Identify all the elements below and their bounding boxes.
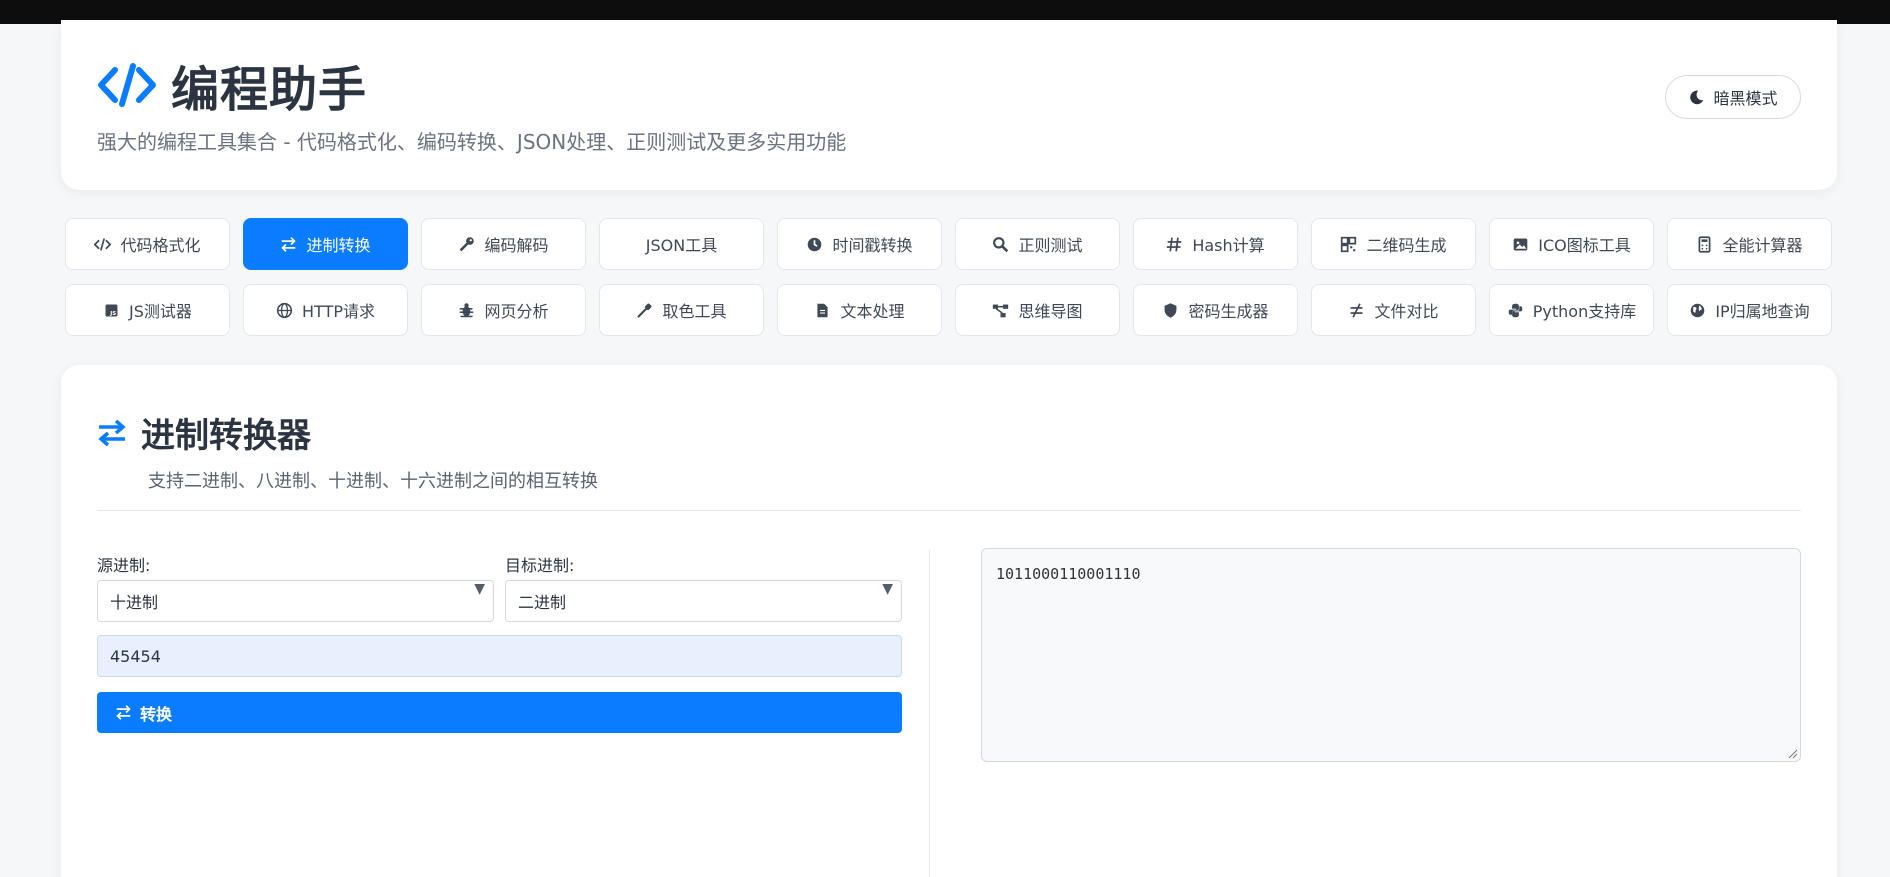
tab-http-request[interactable]: HTTP请求 — [243, 284, 408, 336]
exchange-icon — [116, 705, 131, 720]
sitemap-icon — [993, 304, 1009, 317]
tab-label: 二维码生成 — [1366, 236, 1447, 255]
tab-label: 文本处理 — [840, 302, 905, 321]
clock-icon — [808, 237, 822, 251]
tab-label: 取色工具 — [662, 302, 727, 321]
tool-tabs: 代码格式化 进制转换 编码解码 JSON工具 时间戳转换 正则测试 Hash计算… — [65, 218, 1835, 336]
target-base-select[interactable]: 二进制 ▼ — [505, 580, 902, 622]
tab-json-tool[interactable]: JSON工具 — [599, 218, 764, 270]
tab-ico-tool[interactable]: ICO图标工具 — [1489, 218, 1654, 270]
tab-label: 编码解码 — [484, 236, 549, 255]
converter-title-row: 进制转换器 — [97, 408, 311, 457]
chevron-down-icon: ▼ — [882, 581, 893, 597]
tab-label: HTTP请求 — [302, 302, 375, 321]
image-icon — [1513, 238, 1528, 250]
tab-calculator[interactable]: 全能计算器 — [1667, 218, 1832, 270]
tab-python-libs[interactable]: Python支持库 — [1489, 284, 1654, 336]
converter-title: 进制转换器 — [141, 416, 311, 456]
hash-icon — [1167, 237, 1182, 251]
tab-label: 进制转换 — [306, 236, 371, 255]
moon-icon — [1690, 90, 1704, 104]
source-base-value: 十进制 — [110, 593, 159, 612]
dark-mode-label: 暗黑模式 — [1713, 89, 1778, 108]
tab-timestamp[interactable]: 时间戳转换 — [777, 218, 942, 270]
tab-label: Hash计算 — [1192, 236, 1265, 255]
code-icon — [94, 237, 112, 251]
tab-label: ICO图标工具 — [1538, 236, 1631, 255]
tab-label: 正则测试 — [1018, 236, 1083, 255]
file-icon — [817, 303, 829, 317]
app-header: 编程助手 强大的编程工具集合 - 代码格式化、编码转换、JSON处理、正则测试及… — [61, 20, 1837, 190]
number-input[interactable]: 45454 — [97, 635, 902, 677]
tab-base-convert[interactable]: 进制转换 — [243, 218, 408, 270]
key-icon — [460, 236, 475, 251]
qrcode-icon — [1341, 236, 1357, 252]
app-title: 编程助手 — [171, 62, 368, 118]
tab-label: 文件对比 — [1374, 302, 1439, 321]
globe-icon — [276, 302, 293, 318]
tab-label: 网页分析 — [484, 302, 549, 321]
python-icon — [1508, 303, 1523, 317]
calculator-icon — [1699, 235, 1711, 253]
tab-regex-test[interactable]: 正则测试 — [955, 218, 1120, 270]
tab-js-tester[interactable]: JS JS测试器 — [65, 284, 230, 336]
tab-label: 思维导图 — [1018, 302, 1083, 321]
tab-label: 代码格式化 — [120, 236, 201, 255]
source-base-label: 源进制: — [97, 556, 151, 575]
tab-hash[interactable]: Hash计算 — [1133, 218, 1298, 270]
tab-label: 密码生成器 — [1188, 302, 1269, 321]
converter-description: 支持二进制、八进制、十进制、十六进制之间的相互转换 — [148, 471, 598, 492]
shield-icon — [1165, 302, 1177, 318]
result-output-value: 1011000110001110 — [996, 565, 1141, 583]
column-separator — [929, 550, 930, 877]
svg-text:JS: JS — [109, 311, 116, 317]
convert-button[interactable]: 转换 — [97, 692, 902, 733]
converter-panel: 进制转换器 支持二进制、八进制、十进制、十六进制之间的相互转换 源进制: 十进制… — [61, 365, 1837, 877]
tab-text-processing[interactable]: 文本处理 — [777, 284, 942, 336]
tab-mind-map[interactable]: 思维导图 — [955, 284, 1120, 336]
chevron-down-icon: ▼ — [474, 581, 485, 597]
tab-label: 全能计算器 — [1722, 236, 1803, 255]
tab-file-compare[interactable]: 文件对比 — [1311, 284, 1476, 336]
not-equal-icon — [1351, 302, 1363, 318]
resize-handle-icon[interactable] — [1788, 749, 1798, 759]
tab-color-picker[interactable]: 取色工具 — [599, 284, 764, 336]
eyedropper-icon — [637, 303, 652, 318]
bug-icon — [460, 302, 474, 317]
search-icon — [993, 236, 1009, 252]
tab-password-generator[interactable]: 密码生成器 — [1133, 284, 1298, 336]
tab-label: IP归属地查询 — [1715, 302, 1810, 321]
globe-solid-icon — [1691, 303, 1705, 317]
exchange-icon — [281, 236, 297, 252]
tab-label: JS测试器 — [129, 302, 192, 321]
tab-label: 时间戳转换 — [832, 236, 913, 255]
logo-row: 编程助手 — [97, 50, 367, 120]
dark-mode-button[interactable]: 暗黑模式 — [1665, 75, 1801, 119]
tab-label: JSON工具 — [645, 236, 718, 255]
convert-button-label: 转换 — [140, 704, 173, 724]
number-input-value: 45454 — [110, 646, 161, 666]
tab-code-format[interactable]: 代码格式化 — [65, 218, 230, 270]
result-output[interactable]: 1011000110001110 — [981, 548, 1801, 762]
tab-qrcode[interactable]: 二维码生成 — [1311, 218, 1476, 270]
tab-web-analysis[interactable]: 网页分析 — [421, 284, 586, 336]
target-base-label: 目标进制: — [505, 556, 575, 575]
source-base-select[interactable]: 十进制 ▼ — [97, 580, 494, 622]
app-subtitle: 强大的编程工具集合 - 代码格式化、编码转换、JSON处理、正则测试及更多实用功… — [97, 130, 847, 154]
target-base-value: 二进制 — [518, 593, 567, 612]
tab-ip-lookup[interactable]: IP归属地查询 — [1667, 284, 1832, 336]
divider — [97, 510, 1801, 511]
tab-label: Python支持库 — [1532, 302, 1637, 321]
js-icon: JS — [105, 304, 118, 317]
exchange-icon — [98, 419, 126, 446]
tab-encode-decode[interactable]: 编码解码 — [421, 218, 586, 270]
code-logo-icon — [98, 63, 156, 107]
